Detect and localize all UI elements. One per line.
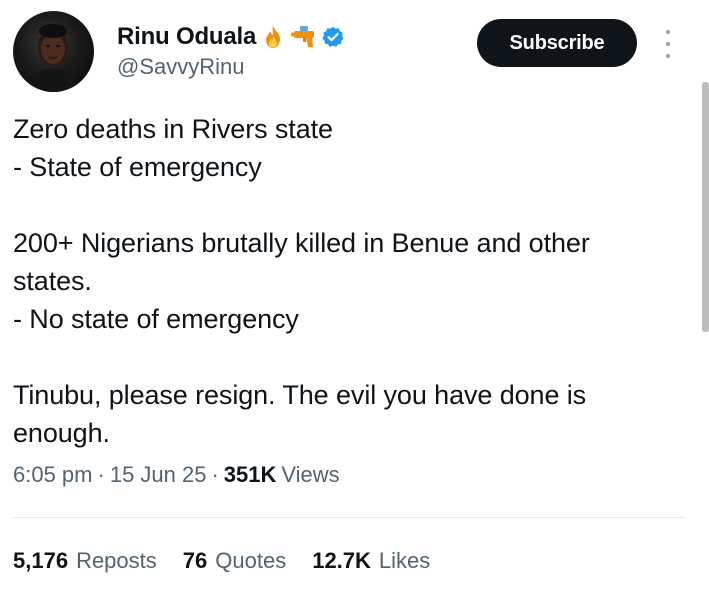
engagement-stats: 5,176 Reposts 76 Quotes 12.7K Likes xyxy=(13,548,456,574)
more-dot xyxy=(666,54,670,58)
author-name[interactable]: Rinu Oduala xyxy=(117,23,256,51)
water-pistol-icon xyxy=(290,24,316,50)
more-dot xyxy=(666,30,670,34)
views-label: Views xyxy=(281,462,340,487)
tweet-line: - State of emergency xyxy=(13,152,262,182)
likes-stat[interactable]: 12.7K Likes xyxy=(312,548,430,574)
tweet-time[interactable]: 6:05 pm xyxy=(13,462,93,488)
more-vertical-icon[interactable] xyxy=(662,30,674,58)
quotes-stat[interactable]: 76 Quotes xyxy=(183,548,286,574)
reposts-label: Reposts xyxy=(76,548,157,573)
author-handle[interactable]: @SavvyRinu xyxy=(117,54,245,80)
quotes-count: 76 xyxy=(182,548,208,573)
tweet-text: Zero deaths in Rivers state - State of e… xyxy=(13,110,683,452)
tweet-line: 200+ Nigerians brutally killed in Benue … xyxy=(13,228,590,258)
likes-count: 12.7K xyxy=(312,548,371,573)
tweet-line: - No state of emergency xyxy=(13,304,299,334)
tweet-line: Zero deaths in Rivers state xyxy=(13,114,333,144)
more-dot xyxy=(666,42,670,46)
tweet-line: enough. xyxy=(13,418,110,448)
author-name-row[interactable]: Rinu Oduala xyxy=(117,22,344,52)
tweet-detail: Rinu Oduala @SavvyRinu Subscribe Zero de… xyxy=(0,0,709,604)
quotes-label: Quotes xyxy=(215,548,287,573)
tweet-meta: 6:05 pm · 15 Jun 25 · 351K Views xyxy=(13,462,340,488)
views-count: 351K xyxy=(223,462,277,487)
divider xyxy=(13,517,685,518)
scrollbar[interactable] xyxy=(702,82,709,332)
fire-icon xyxy=(260,24,286,50)
subscribe-button[interactable]: Subscribe xyxy=(477,19,637,67)
tweet-line: Tinubu, please resign. The evil you have… xyxy=(13,380,587,410)
avatar[interactable] xyxy=(13,11,94,92)
likes-label: Likes xyxy=(378,548,431,573)
tweet-date[interactable]: 15 Jun 25 xyxy=(110,462,207,488)
avatar-photo xyxy=(27,24,79,92)
tweet-line: states. xyxy=(13,266,92,296)
verified-badge-icon[interactable] xyxy=(322,26,344,48)
meta-separator: · xyxy=(97,462,105,487)
meta-separator: · xyxy=(211,462,219,487)
reposts-stat[interactable]: 5,176 Reposts xyxy=(13,548,157,574)
reposts-count: 5,176 xyxy=(13,548,69,573)
